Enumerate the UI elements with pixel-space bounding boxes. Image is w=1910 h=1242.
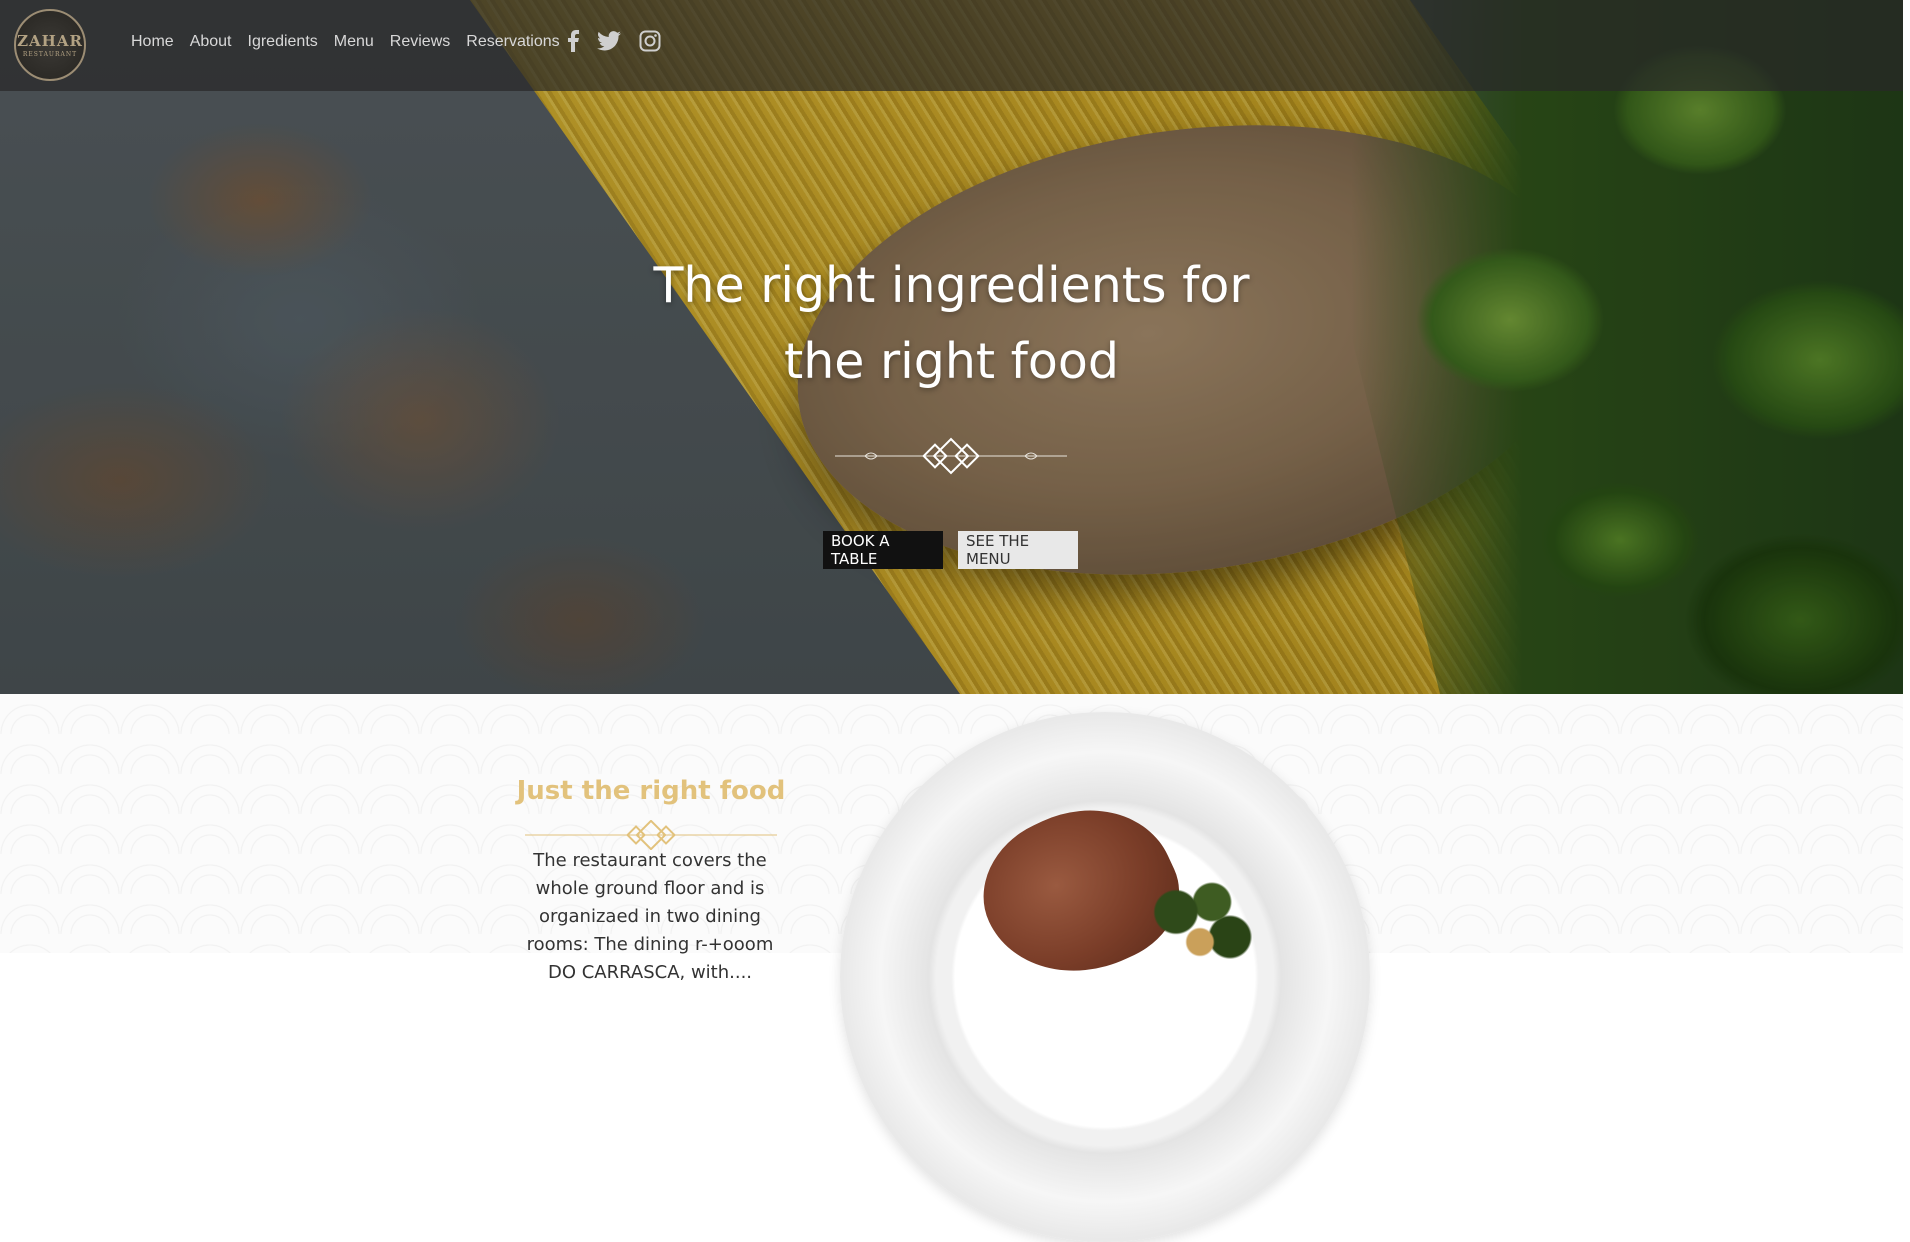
nav-ingredients[interactable]: Igredients xyxy=(248,33,318,51)
brand-logo[interactable]: ZAHAR RESTAURANT xyxy=(14,9,86,81)
hero-title: The right ingredients for the right food xyxy=(0,248,1903,400)
nav-reviews[interactable]: Reviews xyxy=(390,33,450,51)
instagram-icon[interactable] xyxy=(639,30,661,52)
nav-home[interactable]: Home xyxy=(131,33,174,51)
facebook-icon[interactable] xyxy=(567,30,579,52)
logo-text: ZAHAR xyxy=(17,32,83,50)
plate xyxy=(840,712,1370,1242)
vegetables xyxy=(1140,872,1260,972)
hero-title-line2: the right food xyxy=(783,333,1119,390)
about-description: The restaurant covers the whole ground f… xyxy=(526,850,774,983)
logo-subtext: RESTAURANT xyxy=(22,51,78,58)
about-heading: Just the right food xyxy=(516,776,786,806)
ornament-divider-icon xyxy=(835,437,1067,475)
nav-about[interactable]: About xyxy=(190,33,232,51)
hero-title-line1: The right ingredients for xyxy=(653,257,1250,314)
nav-reservations[interactable]: Reservations xyxy=(466,33,559,51)
top-navbar: ZAHAR RESTAURANT Home About Igredients M… xyxy=(0,0,1903,91)
hero-section: The right ingredients for the right food… xyxy=(0,0,1903,694)
nav-menu[interactable]: Menu xyxy=(334,33,374,51)
twitter-icon[interactable] xyxy=(597,30,621,52)
see-menu-button[interactable]: SEE THE MENU xyxy=(958,531,1078,569)
steak-plate-image xyxy=(840,712,1370,1242)
book-table-button[interactable]: BOOK A TABLE xyxy=(823,531,943,569)
nav-links: Home About Igredients Menu Reviews Reser… xyxy=(131,33,576,51)
gold-ornament-divider-icon xyxy=(525,820,777,850)
social-links xyxy=(567,30,661,52)
